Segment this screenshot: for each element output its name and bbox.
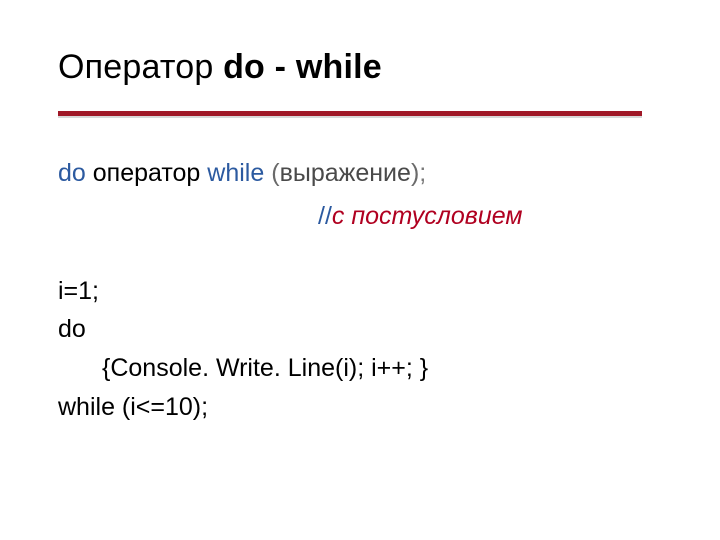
comment-line: //с постусловием	[58, 197, 664, 236]
code-line-3: {Console. Write. Line(i); i++; }	[58, 349, 664, 388]
slide-title: Оператор do - while	[58, 48, 664, 87]
semicolon: ;	[419, 159, 426, 187]
comment-slashes: //	[318, 202, 332, 230]
lparen: (	[264, 159, 279, 187]
title-prefix: Оператор	[58, 48, 223, 86]
syntax-line: do оператор while (выражение);	[58, 154, 664, 193]
code-line-2: do	[58, 310, 664, 349]
code-line-1: i=1;	[58, 272, 664, 311]
comment-text: с постусловием	[332, 202, 523, 230]
title-underline-shadow	[58, 116, 642, 118]
code-line-3-text: {Console. Write. Line(i); i++; }	[58, 349, 428, 388]
keyword-while: while	[207, 159, 264, 187]
title-bold: do - while	[223, 48, 382, 86]
slide: Оператор do - while do оператор while (в…	[0, 0, 720, 540]
operator-word: оператор	[86, 159, 207, 187]
keyword-do: do	[58, 159, 86, 187]
expression: выражение	[280, 159, 411, 187]
code-line-4: while (i<=10);	[58, 388, 664, 427]
code-block: i=1; do {Console. Write. Line(i); i++; }…	[58, 272, 664, 427]
content-area: do оператор while (выражение); //с посту…	[58, 154, 664, 427]
